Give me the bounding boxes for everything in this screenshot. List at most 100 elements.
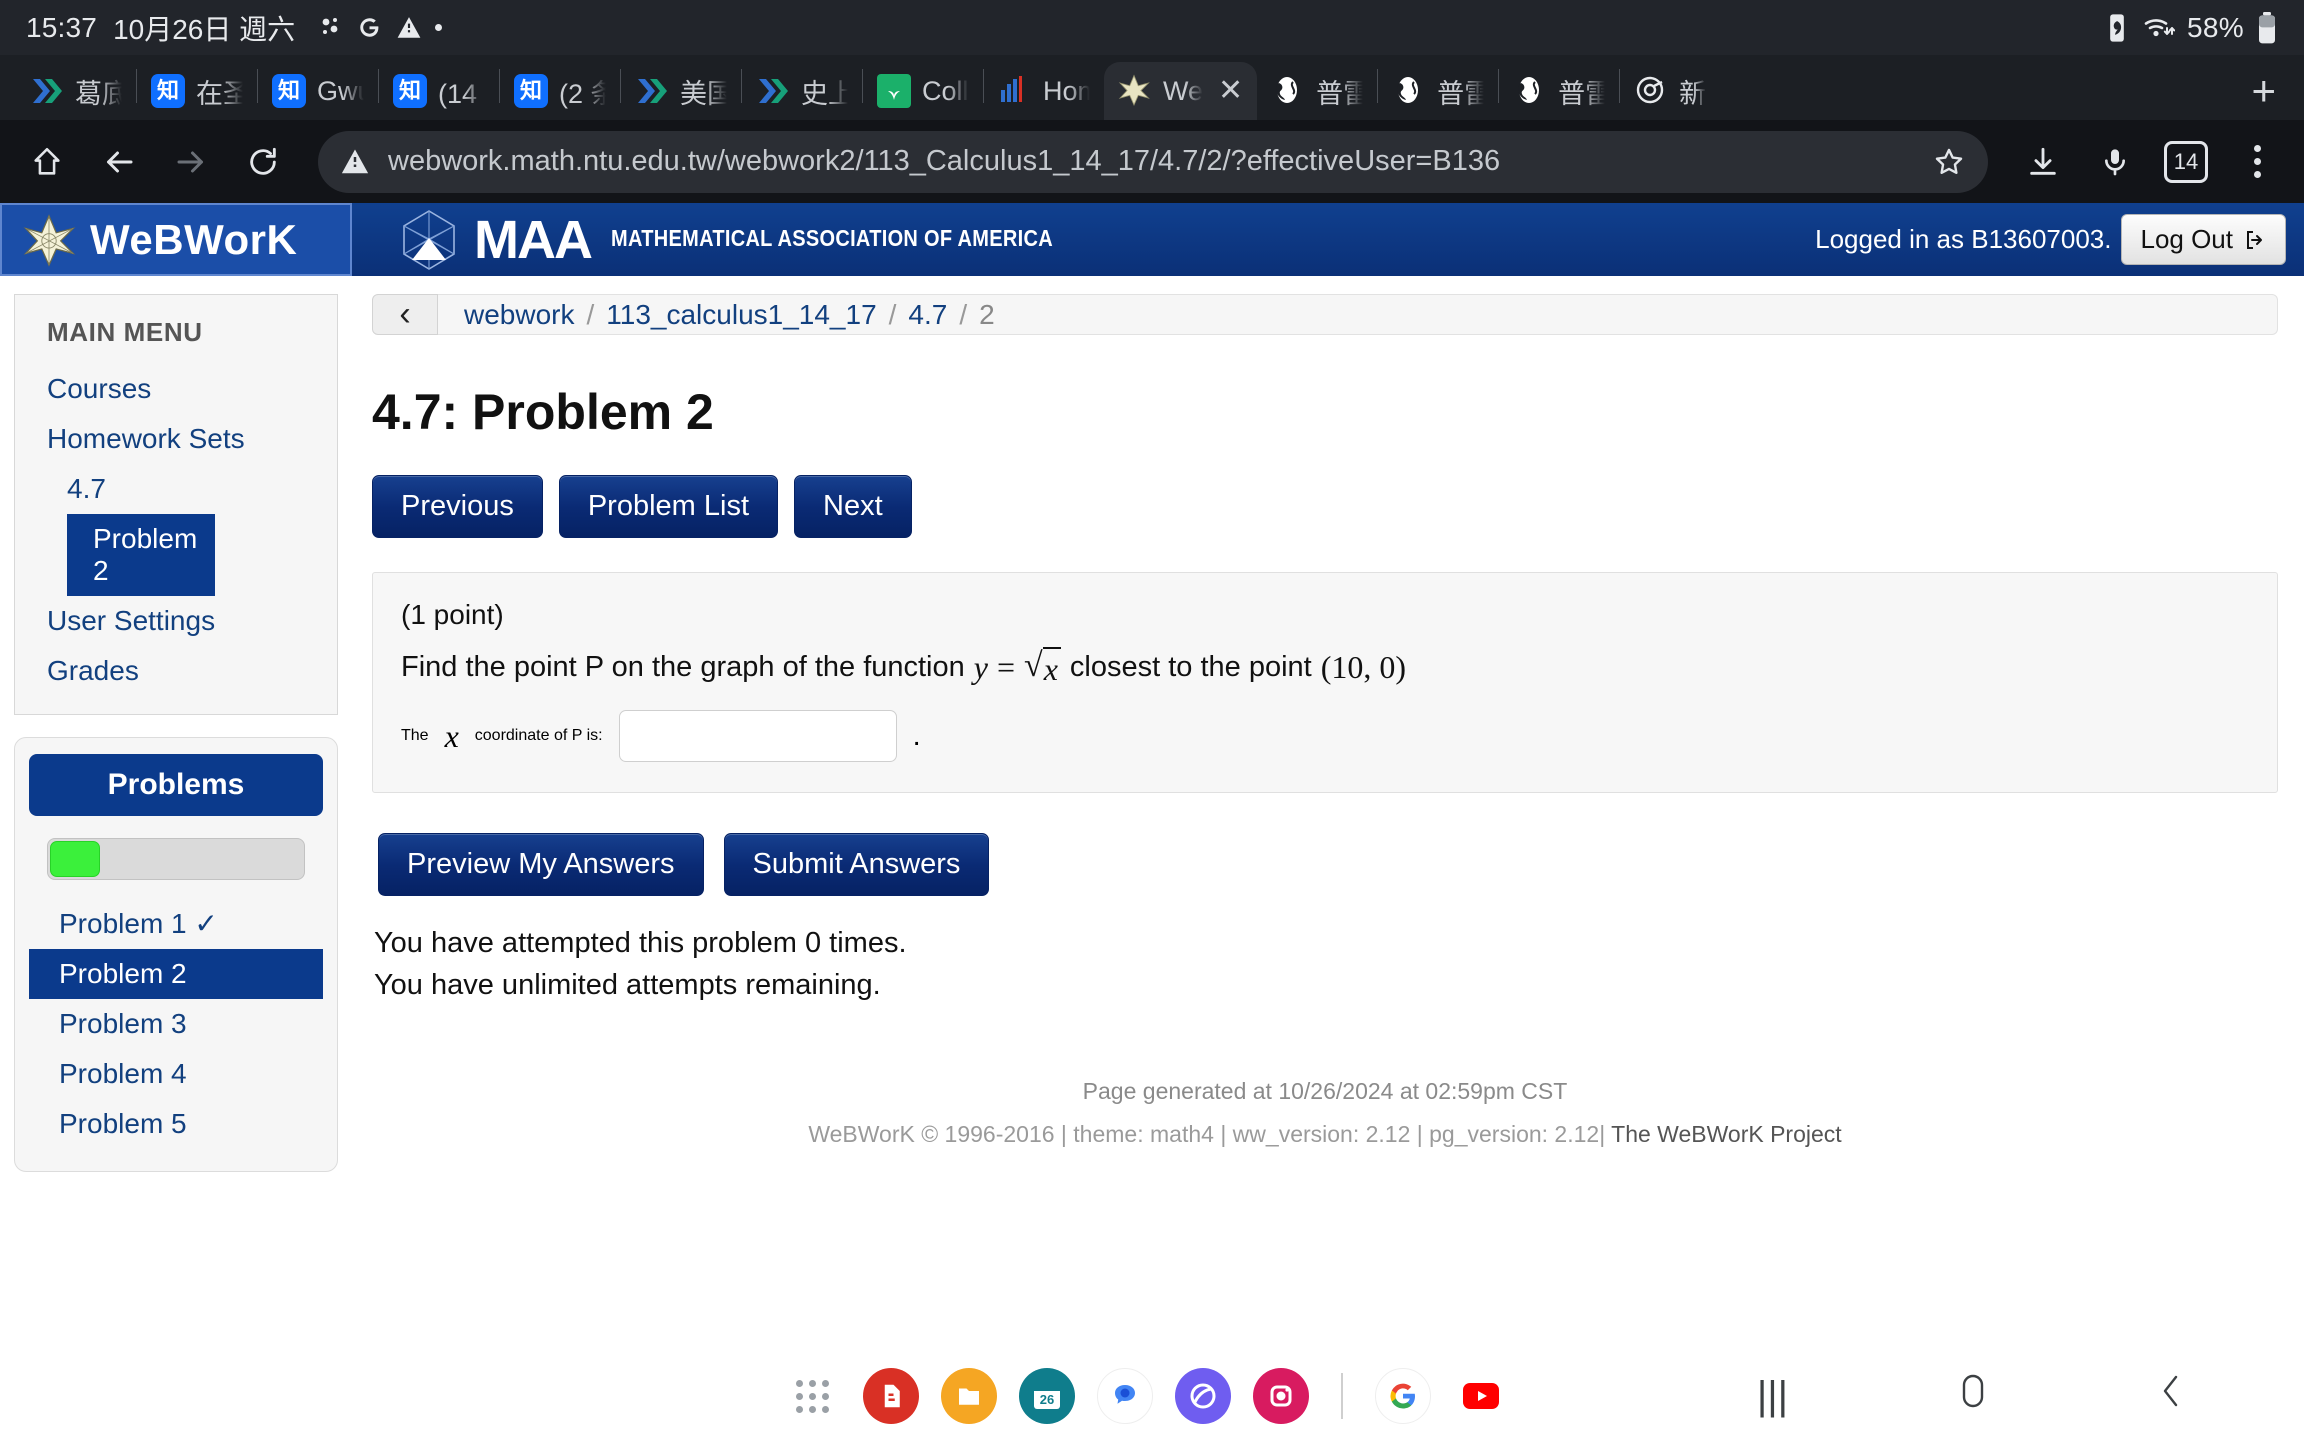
bookmark-star-icon[interactable] xyxy=(1932,145,1966,179)
browser-tab[interactable]: 普雷 xyxy=(1257,62,1377,120)
address-bar[interactable]: webwork.math.ntu.edu.tw/webwork2/113_Cal… xyxy=(318,130,1988,193)
tab-title: 普雷 xyxy=(1558,78,1606,109)
warning-icon xyxy=(340,147,370,177)
youtube-app-icon[interactable] xyxy=(1452,1368,1509,1424)
status-clock: 15:37 xyxy=(26,11,98,43)
google-app-icon[interactable] xyxy=(1374,1368,1431,1424)
breadcrumb-separator: / xyxy=(959,298,968,330)
preview-my-answers-button[interactable]: Preview My Answers xyxy=(378,833,704,896)
problem-statement: Find the point P on the graph of the fun… xyxy=(401,647,2249,688)
page-title: 4.7: Problem 2 xyxy=(372,384,714,440)
browser-toolbar[interactable]: webwork.math.ntu.edu.tw/webwork2/113_Cal… xyxy=(0,120,2304,203)
browser-tab[interactable]: 普雷 xyxy=(1499,62,1619,120)
previous-button[interactable]: Previous xyxy=(372,475,543,538)
footer-copyright-text: WeBWorK © 1996-2016 | theme: math4 | ww_… xyxy=(808,1121,1606,1148)
home-button[interactable] xyxy=(1956,1371,1990,1421)
breadcrumb-back-button[interactable]: ‹ xyxy=(372,294,438,335)
android-nav-buttons[interactable]: ||| xyxy=(1757,1371,2184,1421)
problem-prompt-mid: closest to the point xyxy=(1069,651,1312,683)
logout-button[interactable]: Log Out xyxy=(2121,214,2286,265)
attempts-info: You have attempted this problem 0 times.… xyxy=(374,922,2278,1006)
browser-tab[interactable]: 史上 xyxy=(742,62,862,120)
browser-tab[interactable]: 知 (2 条 xyxy=(500,62,620,120)
webwork-logo[interactable]: WeBWorK xyxy=(0,203,352,276)
problem-nav-buttons[interactable]: Previous Problem List Next xyxy=(372,475,2278,538)
close-icon[interactable]: ✕ xyxy=(1218,76,1243,106)
tab-title: 美国 xyxy=(680,78,727,109)
menu-kebab-icon[interactable] xyxy=(2234,139,2280,185)
sidebar-item-courses[interactable]: Courses xyxy=(15,364,337,414)
dock-app-row[interactable]: 26 xyxy=(795,1368,1509,1424)
footer-project-link[interactable]: The WeBWorK Project xyxy=(1611,1121,1842,1147)
submit-answers-button[interactable]: Submit Answers xyxy=(723,833,990,896)
sidebar: MAIN MENU Courses Homework Sets 4.7 Problem… xyxy=(0,276,352,1172)
tab-title: We xyxy=(1163,75,1204,106)
breadcrumb-item[interactable]: 4.7 xyxy=(908,299,947,331)
forward-icon[interactable] xyxy=(168,139,214,185)
browser-tab[interactable]: 美国 xyxy=(621,62,741,120)
problem-list-item[interactable]: Problem 1 ✓ xyxy=(29,898,323,949)
reload-icon[interactable] xyxy=(240,139,286,185)
breadcrumb-item[interactable]: webwork xyxy=(464,299,574,331)
download-icon[interactable] xyxy=(2020,139,2066,185)
sidebar-item-problem-2[interactable]: Problem 2 xyxy=(67,514,215,596)
tab-count-icon[interactable]: 14 xyxy=(2164,140,2208,183)
files-app-icon[interactable] xyxy=(940,1368,997,1424)
bar-chart-icon xyxy=(998,74,1032,108)
next-button[interactable]: Next xyxy=(794,475,912,538)
tab-title: 普雷 xyxy=(1316,78,1364,109)
back-icon[interactable] xyxy=(96,139,142,185)
browser-tab-active[interactable]: We ✕ xyxy=(1104,62,1258,120)
samsung-internet-icon[interactable] xyxy=(1174,1368,1231,1424)
sidebar-item-user-settings[interactable]: User Settings xyxy=(15,596,337,646)
chevron-logo-icon xyxy=(635,74,669,108)
problem-list-item[interactable]: Problem 2 xyxy=(29,949,323,999)
dock-divider xyxy=(1340,1373,1343,1419)
sidebar-item-homework-sets[interactable]: Homework Sets xyxy=(15,414,337,464)
problem-list-item[interactable]: Problem 3 xyxy=(29,999,323,1049)
browser-tab[interactable]: 知 (14 条 xyxy=(379,62,499,120)
logout-arrow-icon xyxy=(2247,230,2262,249)
sidebar-item-4-7[interactable]: 4.7 xyxy=(15,464,337,514)
browser-tab[interactable]: Colle xyxy=(863,62,983,120)
maa-wordmark: MAA xyxy=(474,209,593,270)
problem-prompt-pre: Find the point P on the graph of the fun… xyxy=(401,651,965,683)
zhihu-icon: 知 xyxy=(272,74,306,108)
browser-tab[interactable]: 新 xyxy=(1620,62,1720,120)
status-bar-left: 15:37 10月26日 週六 xyxy=(26,8,443,48)
microphone-icon[interactable] xyxy=(2092,139,2138,185)
problem-list-item[interactable]: Problem 5 xyxy=(29,1099,323,1149)
calendar-app-icon[interactable]: 26 xyxy=(1018,1368,1075,1424)
browser-tab[interactable]: Hom xyxy=(984,62,1104,120)
breadcrumb-trail: webwork / 113_calculus1_14_17 / 4.7 / 2 xyxy=(438,294,2278,335)
android-dock[interactable]: 26 ||| xyxy=(0,1352,2304,1440)
browser-tab[interactable]: 知在圣 xyxy=(137,62,257,120)
home-icon[interactable] xyxy=(24,139,70,185)
browser-tab[interactable]: 知 Gwu xyxy=(258,62,378,120)
warning-icon xyxy=(396,15,422,41)
zhihu-icon: 知 xyxy=(393,74,427,108)
sidebar-item-grades[interactable]: Grades xyxy=(15,646,337,696)
google-icon xyxy=(356,14,383,41)
browser-tab[interactable]: 葛底斯 xyxy=(16,62,136,120)
back-button[interactable] xyxy=(2158,1371,2184,1421)
new-tab-button[interactable]: + xyxy=(2233,70,2294,120)
battery-percent-label: 58% xyxy=(2187,11,2244,43)
tab-title: 葛底斯 xyxy=(75,78,122,109)
problem-list-button[interactable]: Problem List xyxy=(558,475,778,538)
browser-tab-strip[interactable]: 葛底斯知在圣知Gwu知(14 条知(2 条美国史上ColleHomWe✕普雷普雷… xyxy=(0,55,2304,120)
answer-input[interactable] xyxy=(618,710,897,762)
browser-tab[interactable]: 普雷 xyxy=(1378,62,1498,120)
messages-app-icon[interactable] xyxy=(1096,1368,1153,1424)
instagram-app-icon[interactable] xyxy=(1252,1368,1309,1424)
answer-action-buttons[interactable]: Preview My Answers Submit Answers xyxy=(378,833,2278,896)
problem-points: (1 point) xyxy=(401,599,504,630)
dot-icon xyxy=(435,24,443,31)
app-drawer-icon[interactable] xyxy=(795,1379,829,1413)
recents-button[interactable]: ||| xyxy=(1757,1374,1788,1419)
pdf-app-icon[interactable] xyxy=(862,1368,919,1424)
breadcrumb-separator: / xyxy=(888,298,897,330)
breadcrumb-item[interactable]: 113_calculus1_14_17 xyxy=(606,299,876,331)
problem-list-item[interactable]: Problem 4 xyxy=(29,1049,323,1099)
answer-trailing-period: . xyxy=(912,719,921,752)
